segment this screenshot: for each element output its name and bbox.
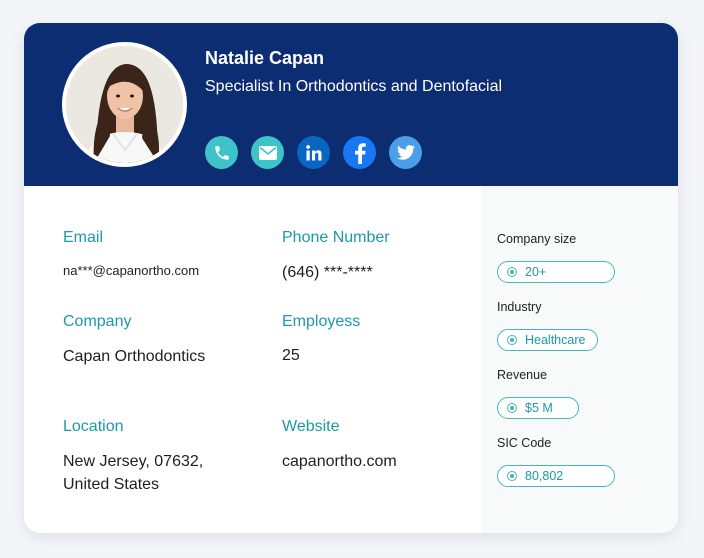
company-size-label: Company size [497,232,577,246]
sic-code-badge: 80,802 [497,465,615,487]
linkedin-icon[interactable] [297,136,330,169]
sic-code-label: SIC Code [497,436,552,450]
phone-value: (646) ***-**** [282,264,373,281]
radio-dot-icon [507,267,517,277]
location-label: Location [63,418,124,435]
sic-code-value: 80,802 [525,469,564,483]
employees-value: 25 [282,347,300,364]
company-size-value: 20+ [525,265,547,279]
employees-label: Employess [282,313,361,330]
company-value: Capan Orthodontics [63,348,206,365]
radio-dot-icon [507,403,517,413]
website-label: Website [282,418,340,435]
revenue-label: Revenue [497,368,548,382]
radio-dot-icon [507,471,517,481]
profile-name: Natalie Capan [205,48,325,68]
facebook-icon[interactable] [343,136,376,169]
avatar [62,42,187,167]
revenue-badge: $5 M [497,397,579,419]
email-label: Email [63,229,104,246]
mail-icon[interactable] [251,136,284,169]
phone-label: Phone Number [282,229,390,246]
industry-label: Industry [497,300,542,314]
company-size-badge: 20+ [497,261,615,283]
social-links [205,136,422,169]
revenue-value: $5 M [525,401,553,415]
email-value: na***@capanortho.com [63,263,200,278]
company-label: Company [63,313,132,330]
twitter-icon[interactable] [389,136,422,169]
location-value: New Jersey, 07632, United States [63,453,204,493]
industry-badge: Healthcare [497,329,599,351]
profile-header: Natalie Capan Specialist In Orthodontics… [24,23,678,186]
phone-icon[interactable] [205,136,238,169]
website-value: capanortho.com [282,453,397,470]
profile-title: Specialist In Orthodontics and Dentofaci… [205,78,503,95]
radio-dot-icon [507,335,517,345]
industry-value: Healthcare [525,333,586,347]
